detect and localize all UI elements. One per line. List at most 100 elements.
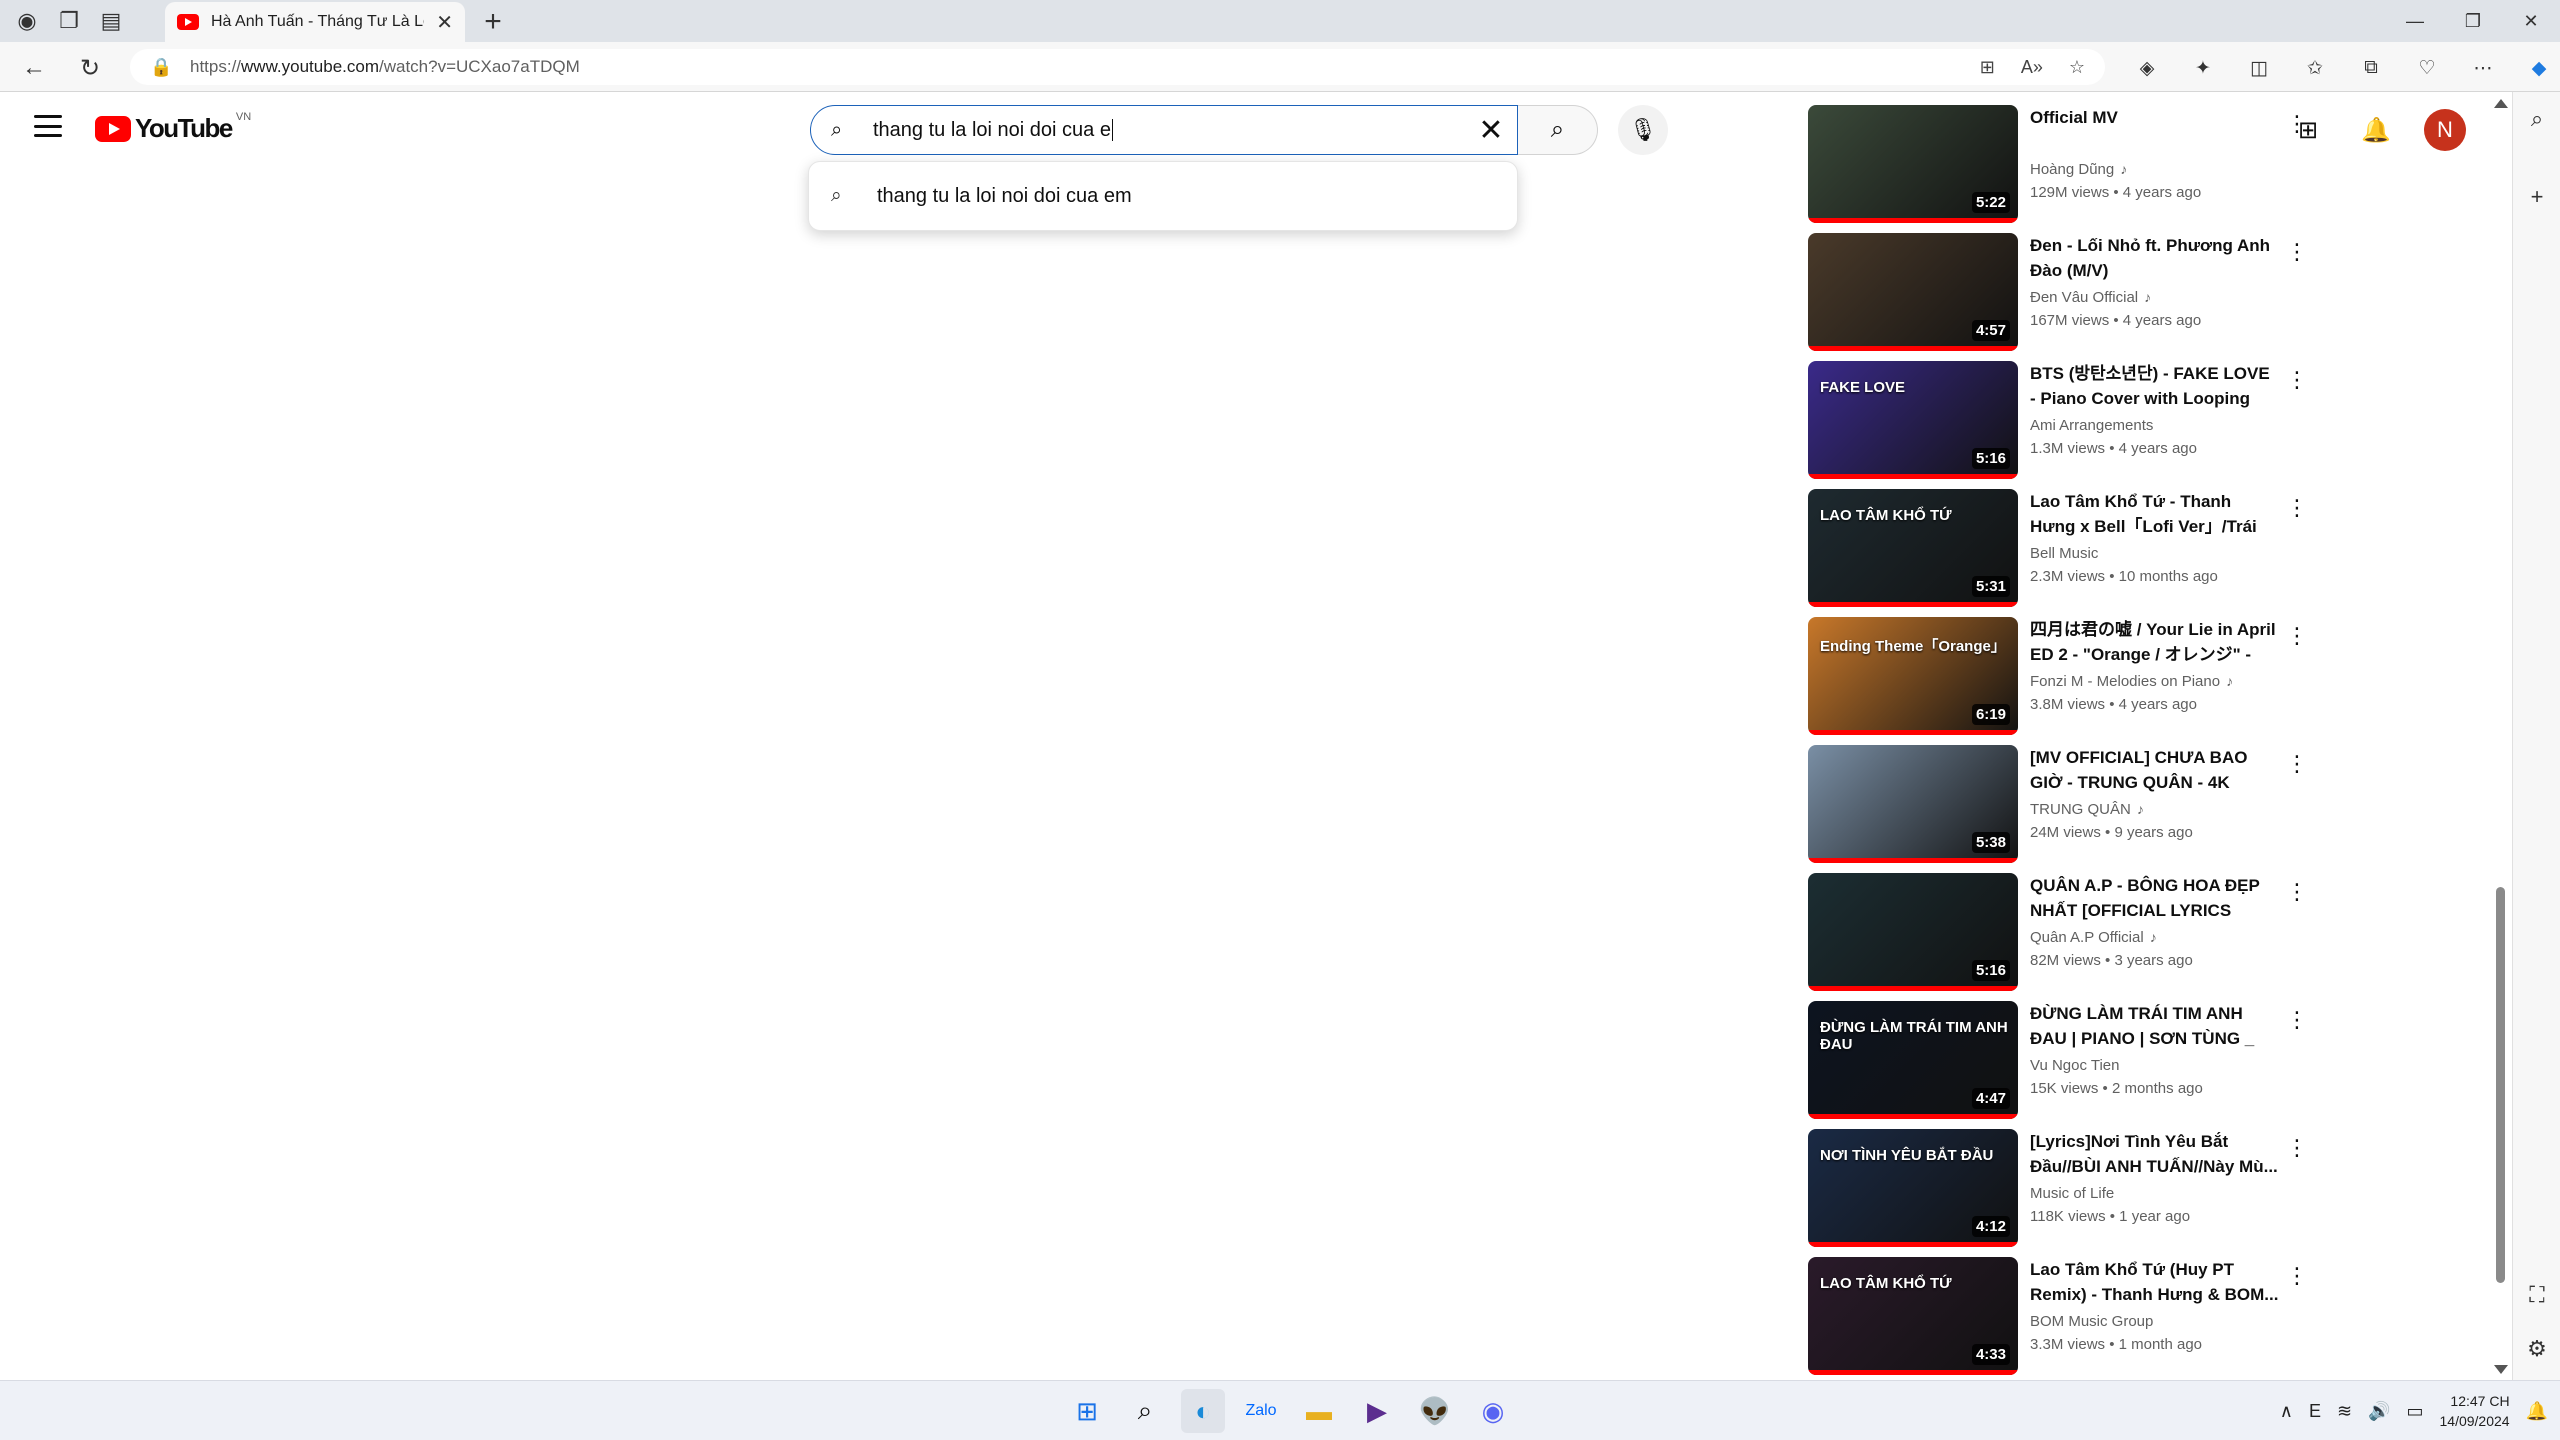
avatar[interactable]: N bbox=[2424, 109, 2466, 151]
copilot-icon[interactable]: ◆ bbox=[2522, 57, 2556, 80]
battery-icon[interactable]: ▭ bbox=[2406, 1401, 2423, 1422]
new-tab-button[interactable]: + bbox=[475, 4, 511, 40]
notifications-bell-icon[interactable]: 🔔 bbox=[2356, 110, 2396, 150]
channel-name[interactable]: Đen Vâu Official ♪ bbox=[2030, 289, 2280, 306]
extension-icon[interactable]: ◈ bbox=[2130, 57, 2164, 80]
more-actions-icon[interactable]: ⋮ bbox=[2286, 625, 2308, 647]
video-title[interactable]: 四月は君の嘘 / Your Lie in April ED 2 - "Orang… bbox=[2030, 617, 2280, 667]
page-scrollbar[interactable] bbox=[2490, 93, 2512, 1380]
edge-browser-icon[interactable]: ◐ bbox=[1181, 1389, 1225, 1433]
video-thumbnail[interactable]: ĐỪNG LÀM TRÁI TIM ANH ĐAU 4:47 bbox=[1808, 1001, 2018, 1119]
scroll-up-arrow[interactable] bbox=[2494, 99, 2508, 108]
more-actions-icon[interactable]: ⋮ bbox=[2286, 113, 2308, 135]
notification-center-icon[interactable]: 🔔 bbox=[2526, 1401, 2548, 1422]
video-title[interactable]: ĐỪNG LÀM TRÁI TIM ANH ĐAU | PIANO | SƠN … bbox=[2030, 1001, 2280, 1051]
more-options-icon[interactable]: ⋯ bbox=[2466, 57, 2500, 80]
channel-name[interactable]: Music of Life bbox=[2030, 1185, 2280, 1202]
workspaces-icon[interactable]: ❐ bbox=[48, 0, 90, 42]
scroll-down-arrow[interactable] bbox=[2494, 1365, 2508, 1374]
channel-name[interactable]: Ami Arrangements bbox=[2030, 417, 2280, 434]
clock[interactable]: 12:47 CH 14/09/2024 bbox=[2440, 1391, 2510, 1431]
video-thumbnail[interactable]: Ending Theme「Orange」 6:19 bbox=[1808, 617, 2018, 735]
active-tab[interactable]: Hà Anh Tuấn - Tháng Tư Là Lời Nói Dối Củ… bbox=[165, 2, 465, 42]
search-suggestion-item[interactable]: ⌕ thang tu la loi noi doi cua em bbox=[808, 161, 1518, 231]
sidebar-search-icon[interactable]: ⌕ bbox=[2513, 106, 2560, 132]
video-thumbnail[interactable]: NƠI TÌNH YÊU BẮT ĐẦU 4:12 bbox=[1808, 1129, 2018, 1247]
restore-icon[interactable]: ❐ bbox=[2444, 0, 2502, 42]
file-explorer-icon[interactable]: ▬ bbox=[1297, 1389, 1341, 1433]
video-title[interactable]: [MV OFFICIAL] CHƯA BAO GIỜ - TRUNG QUÂN … bbox=[2030, 745, 2280, 795]
recommended-video[interactable]: ĐỪNG LÀM TRÁI TIM ANH ĐAU 4:47 ĐỪNG LÀM TR… bbox=[1808, 1001, 2308, 1119]
site-info-icon[interactable]: 🔒 bbox=[150, 57, 178, 78]
channel-name[interactable]: Hoàng Dũng ♪ bbox=[2030, 161, 2280, 178]
app-available-icon[interactable]: ⊞ bbox=[1980, 57, 1995, 78]
collections-icon[interactable]: ⧉ bbox=[2354, 57, 2388, 79]
more-actions-icon[interactable]: ⋮ bbox=[2286, 497, 2308, 519]
video-thumbnail[interactable]: LAO TÂM KHỔ TỨ 4:33 bbox=[1808, 1257, 2018, 1375]
video-thumbnail[interactable]: LAO TÂM KHỔ TỨ 5:31 bbox=[1808, 489, 2018, 607]
more-actions-icon[interactable]: ⋮ bbox=[2286, 1137, 2308, 1159]
channel-name[interactable]: Quân A.P Official ♪ bbox=[2030, 929, 2280, 946]
recommended-video[interactable]: LAO TÂM KHỔ TỨ 5:31 Lao Tâm Khổ Tứ - Thanh… bbox=[1808, 489, 2308, 607]
video-title[interactable]: Lao Tâm Khổ Tứ (Huy PT Remix) - Thanh Hư… bbox=[2030, 1257, 2280, 1307]
video-thumbnail[interactable]: 5:16 bbox=[1808, 873, 2018, 991]
video-title[interactable]: Đen - Lối Nhỏ ft. Phương Anh Đào (M/V) bbox=[2030, 233, 2280, 283]
more-actions-icon[interactable]: ⋮ bbox=[2286, 241, 2308, 263]
recommended-video[interactable]: NƠI TÌNH YÊU BẮT ĐẦU 4:12 [Lyrics]Nơi Tình… bbox=[1808, 1129, 2308, 1247]
channel-name[interactable]: TRUNG QUÂN ♪ bbox=[2030, 801, 2280, 818]
video-title[interactable]: Lao Tâm Khổ Tứ - Thanh Hưng x Bell「Lofi … bbox=[2030, 489, 2280, 539]
tab-close-icon[interactable]: ✕ bbox=[436, 10, 453, 35]
close-window-icon[interactable]: ✕ bbox=[2502, 0, 2560, 42]
windows-start-icon[interactable]: ⊞ bbox=[1065, 1389, 1109, 1433]
video-title[interactable]: BTS (방탄소년단) - FAKE LOVE - Piano Cover wi… bbox=[2030, 361, 2280, 411]
read-aloud-icon[interactable]: A» bbox=[2021, 57, 2043, 78]
wifi-icon[interactable]: ≋ bbox=[2337, 1401, 2352, 1422]
minimize-icon[interactable]: — bbox=[2386, 0, 2444, 42]
split-screen-icon[interactable]: ◫ bbox=[2242, 57, 2276, 80]
sidebar-add-icon[interactable]: + bbox=[2513, 184, 2560, 210]
taskbar-search-icon[interactable]: ⌕ bbox=[1123, 1389, 1167, 1433]
discord-icon[interactable]: ◉ bbox=[1471, 1389, 1515, 1433]
more-actions-icon[interactable]: ⋮ bbox=[2286, 1009, 2308, 1031]
recommended-video[interactable]: 5:22 Official MV Hoàng Dũng ♪ 129M views • 4… bbox=[1808, 105, 2308, 223]
video-title[interactable]: [Lyrics]Nơi Tình Yêu Bắt Đầu//BÙI ANH TU… bbox=[2030, 1129, 2280, 1179]
sidebar-screenshot-icon[interactable]: ⛶ bbox=[2513, 1282, 2560, 1308]
more-actions-icon[interactable]: ⋮ bbox=[2286, 881, 2308, 903]
recommended-video[interactable]: 5:38 [MV OFFICIAL] CHƯA BAO GIỜ - TRUNG Q… bbox=[1808, 745, 2308, 863]
profile-icon[interactable]: ◉ bbox=[6, 0, 48, 42]
voice-search-button[interactable]: 🎙 bbox=[1618, 105, 1668, 155]
volume-icon[interactable]: 🔊 bbox=[2368, 1401, 2390, 1422]
recommended-video[interactable]: 5:16 QUÂN A.P - BÔNG HOA ĐẸP NHẤT [OFFICI… bbox=[1808, 873, 2308, 991]
alien-app-icon[interactable]: 👽 bbox=[1413, 1389, 1457, 1433]
channel-name[interactable]: Fonzi M - Melodies on Piano ♪ bbox=[2030, 673, 2280, 690]
extensions-puzzle-icon[interactable]: ✦ bbox=[2186, 57, 2220, 80]
video-thumbnail[interactable]: FAKE LOVE 5:16 bbox=[1808, 361, 2018, 479]
browser-essentials-icon[interactable]: ♡ bbox=[2410, 57, 2444, 80]
address-bar[interactable]: 🔒 https://www.youtube.com/watch?v=UCXao7… bbox=[130, 49, 2105, 85]
more-actions-icon[interactable]: ⋮ bbox=[2286, 1265, 2308, 1287]
recommended-video[interactable]: Ending Theme「Orange」 6:19 四月は君の嘘 / Your Li… bbox=[1808, 617, 2308, 735]
more-actions-icon[interactable]: ⋮ bbox=[2286, 369, 2308, 391]
video-thumbnail[interactable]: 5:38 bbox=[1808, 745, 2018, 863]
clear-search-icon[interactable]: ✕ bbox=[1475, 114, 1507, 147]
video-title[interactable]: QUÂN A.P - BÔNG HOA ĐẸP NHẤT [OFFICIAL L… bbox=[2030, 873, 2280, 923]
video-thumbnail[interactable]: 4:57 bbox=[1808, 233, 2018, 351]
scrollbar-thumb[interactable] bbox=[2496, 887, 2505, 1283]
video-title[interactable]: Official MV bbox=[2030, 105, 2280, 155]
video-thumbnail[interactable]: 5:22 bbox=[1808, 105, 2018, 223]
refresh-button[interactable]: ↻ bbox=[72, 50, 108, 86]
recommended-video[interactable]: LAO TÂM KHỔ TỨ 4:33 Lao Tâm Khổ Tứ (Huy PT… bbox=[1808, 1257, 2308, 1375]
media-app-icon[interactable]: ▶ bbox=[1355, 1389, 1399, 1433]
recommended-video[interactable]: FAKE LOVE 5:16 BTS (방탄소년단) - FAKE LOVE - P… bbox=[1808, 361, 2308, 479]
more-actions-icon[interactable]: ⋮ bbox=[2286, 753, 2308, 775]
channel-name[interactable]: Vu Ngoc Tien bbox=[2030, 1057, 2280, 1074]
back-button[interactable]: ← bbox=[16, 50, 52, 86]
youtube-logo[interactable]: YouTube VN bbox=[95, 111, 251, 144]
tray-overflow-icon[interactable]: ∧ bbox=[2280, 1401, 2293, 1422]
favorites-icon[interactable]: ✩ bbox=[2298, 57, 2332, 80]
zalo-icon[interactable]: Zalo bbox=[1239, 1389, 1283, 1433]
search-button[interactable]: ⌕ bbox=[1518, 105, 1598, 155]
search-input[interactable]: ⌕ thang tu la loi noi doi cua e ✕ bbox=[810, 105, 1518, 155]
channel-name[interactable]: BOM Music Group bbox=[2030, 1313, 2280, 1330]
menu-icon[interactable] bbox=[34, 115, 62, 137]
